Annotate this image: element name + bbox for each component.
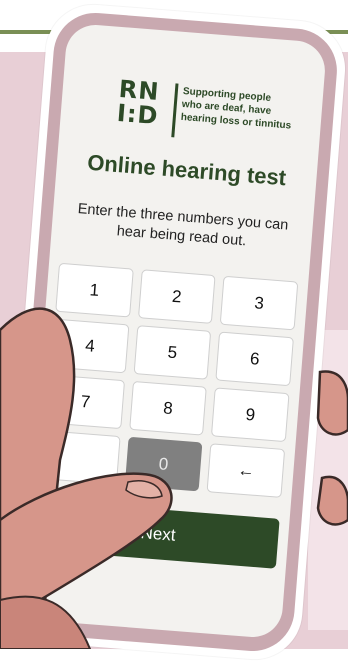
next-button[interactable]: Next [36,500,280,569]
key-8[interactable]: 8 [128,380,208,436]
phone: RN I:D Supporting people who are deaf, h… [0,1,348,663]
key-2[interactable]: 2 [137,269,216,324]
page-title: Online hearing test [86,149,288,191]
key-blank[interactable] [42,430,121,485]
key-1[interactable]: 1 [55,262,134,318]
instructions-text: Enter the three numbers you can hear bei… [77,201,289,250]
rnid-logo: RN I:D Supporting people who are deaf, h… [115,75,299,151]
key-4[interactable]: 4 [50,318,130,374]
key-0[interactable]: 0 [124,436,203,492]
logo-divider [171,83,179,138]
logo-tagline: Supporting people who are deaf, have hea… [180,85,303,133]
key-6[interactable]: 6 [215,331,294,387]
logo-mark: RN I:D [115,75,172,141]
number-keypad: 1 2 3 4 5 6 7 8 9 0 ← [42,262,299,498]
logo-mark-bottom: I:D [115,98,160,131]
phone-screen: RN I:D Supporting people who are deaf, h… [21,22,328,640]
key-7[interactable]: 7 [46,374,125,430]
key-9[interactable]: 9 [211,387,290,443]
key-3[interactable]: 3 [220,275,299,331]
key-5[interactable]: 5 [133,325,212,380]
backspace-key[interactable]: ← [206,443,286,498]
